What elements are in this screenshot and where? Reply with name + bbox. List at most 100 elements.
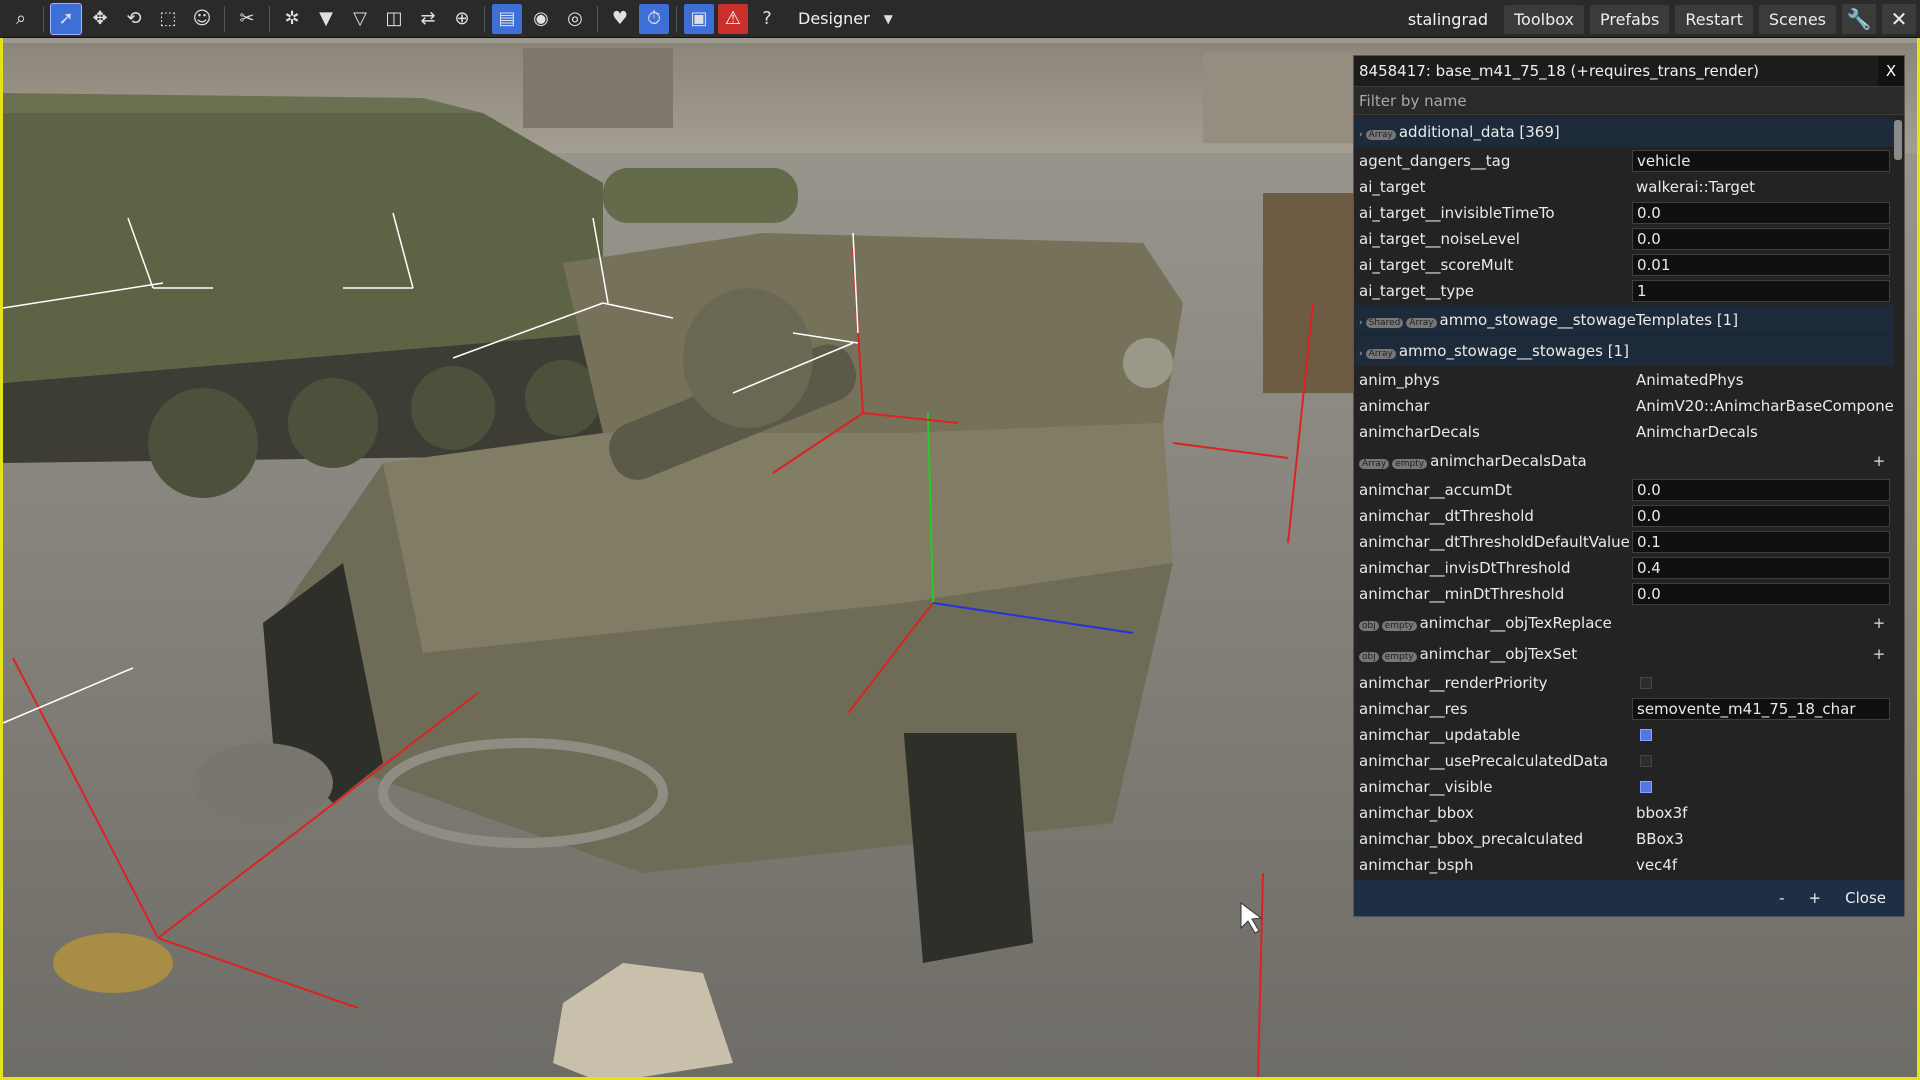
rotate-icon[interactable]: ⟲ xyxy=(119,4,149,34)
property-group-header: obj empty animchar__objTexReplace xyxy=(1354,614,1864,632)
add-item-button[interactable]: + xyxy=(1864,645,1894,663)
manhole-cover xyxy=(193,743,333,823)
expand-arrow-icon[interactable]: › xyxy=(1359,130,1363,140)
add-item-button[interactable]: + xyxy=(1864,452,1894,470)
property-group[interactable]: obj empty animchar__objTexSet + xyxy=(1354,639,1894,669)
search-icon[interactable]: ⌕ xyxy=(6,4,36,34)
toolbox-menu[interactable]: Toolbox xyxy=(1503,4,1584,34)
property-checkbox[interactable] xyxy=(1640,781,1652,793)
type-tag: Array xyxy=(1365,130,1396,140)
timer-icon[interactable]: ⏱ xyxy=(639,3,669,34)
property-name: animchar__res xyxy=(1359,700,1468,718)
drop-icon[interactable]: ▼ xyxy=(311,4,341,34)
property-name: animchar__minDtThreshold xyxy=(1359,585,1565,603)
document-icon[interactable]: ▤ xyxy=(492,3,522,34)
property-row: ai_target__type 1 xyxy=(1354,278,1894,304)
property-row: ai_target__invisibleTimeTo 0.0 xyxy=(1354,200,1894,226)
property-row: animchar_bbox_precalculated BBox3 xyxy=(1354,826,1894,852)
tool-buttons: ⌕ ➚ ✥ ⟲ ⬚ ☺ ✂ ✲ ▼ ▽ ◫ ⇄ ⊕ ▤ ◉ ◎ ♥ ⏱ ▣ ⚠? xyxy=(4,2,784,35)
move-icon[interactable]: ✥ xyxy=(85,4,115,34)
property-group[interactable]: › Shared Array ammo_stowage__stowageTemplat… xyxy=(1354,305,1894,335)
eye-icon[interactable]: ◎ xyxy=(560,4,590,34)
property-name: ai_target__noiseLevel xyxy=(1359,230,1520,248)
target-icon[interactable]: ⊕ xyxy=(447,4,477,34)
property-value xyxy=(1632,750,1894,772)
property-value-field[interactable]: 0.0 xyxy=(1632,583,1890,605)
warning-icon[interactable]: ⚠ xyxy=(718,3,748,34)
property-checkbox[interactable] xyxy=(1640,755,1652,767)
close-button[interactable]: Close xyxy=(1837,885,1894,911)
filter-input[interactable] xyxy=(1354,87,1904,115)
expand-arrow-icon[interactable]: › xyxy=(1359,349,1363,359)
scrollbar-thumb[interactable] xyxy=(1894,120,1902,160)
property-value-field[interactable]: vehicle xyxy=(1632,150,1890,172)
property-name: ai_target__type xyxy=(1359,282,1474,300)
property-name: animchar__invisDtThreshold xyxy=(1359,559,1571,577)
property-group[interactable]: obj empty animchar__objTexReplace + xyxy=(1354,608,1894,638)
property-value xyxy=(1632,724,1894,746)
property-name: animchar__accumDt xyxy=(1359,481,1512,499)
property-checkbox[interactable] xyxy=(1640,729,1652,741)
drop-outline-icon[interactable]: ▽ xyxy=(345,4,375,34)
property-group[interactable]: › Array ammo_stowage__stowages [1] xyxy=(1354,336,1894,366)
select-arrow-icon[interactable]: ➚ xyxy=(50,2,82,35)
property-name: animchar__renderPriority xyxy=(1359,674,1548,692)
property-row: animcharDecals AnimcharDecals xyxy=(1354,419,1894,445)
property-row: animchar__visible xyxy=(1354,774,1894,800)
property-name: ai_target__scoreMult xyxy=(1359,256,1514,274)
property-value-field[interactable]: 0.0 xyxy=(1632,202,1890,224)
property-value-field[interactable]: 0.01 xyxy=(1632,254,1890,276)
heart-icon[interactable]: ♥ xyxy=(605,4,635,34)
property-name: animchar_bbox_precalculated xyxy=(1359,830,1584,848)
property-value-field[interactable]: semovente_m41_75_18_char xyxy=(1632,698,1890,720)
property-row: animchar__usePrecalculatedData xyxy=(1354,748,1894,774)
wooden-cart xyxy=(1263,193,1363,393)
help-icon[interactable]: ? xyxy=(752,4,782,34)
expand-arrow-icon[interactable]: › xyxy=(1359,318,1363,328)
property-value-field[interactable]: 0.1 xyxy=(1632,531,1890,553)
snap-icon[interactable]: ✲ xyxy=(277,4,307,34)
split-icon[interactable]: ◫ xyxy=(379,4,409,34)
panel-close-button[interactable]: X xyxy=(1878,56,1904,86)
type-tag: obj xyxy=(1359,652,1379,662)
close-icon[interactable]: ✕ xyxy=(1882,4,1916,34)
mode-dropdown[interactable]: Designer xyxy=(798,9,870,28)
shuffle-icon[interactable]: ⇄ xyxy=(413,4,443,34)
collapse-button[interactable]: - xyxy=(1771,885,1792,911)
toolbar-separator xyxy=(269,5,270,32)
level-name: stalingrad xyxy=(1407,9,1488,29)
smile-icon[interactable]: ☺ xyxy=(187,4,217,34)
editor-toolbar: ⌕ ➚ ✥ ⟲ ⬚ ☺ ✂ ✲ ▼ ▽ ◫ ⇄ ⊕ ▤ ◉ ◎ ♥ ⏱ ▣ ⚠? Designer ▼ staling… xyxy=(0,0,1920,38)
expand-button[interactable]: + xyxy=(1801,885,1830,911)
save-icon[interactable]: ▣ xyxy=(684,3,714,34)
property-value-field[interactable]: 0.0 xyxy=(1632,228,1890,250)
type-tag: obj xyxy=(1359,621,1379,631)
property-value-field[interactable]: 0.0 xyxy=(1632,505,1890,527)
property-group[interactable]: Array empty animcharDecalsData + xyxy=(1354,446,1894,476)
property-group-name: animchar__objTexSet xyxy=(1419,645,1578,663)
wrench-icon[interactable]: 🔧 xyxy=(1842,4,1876,34)
property-row: ai_target__scoreMult 0.01 xyxy=(1354,252,1894,278)
type-tag: Array xyxy=(1406,318,1437,328)
property-value: vec4f xyxy=(1636,856,1678,874)
scale-icon[interactable]: ⬚ xyxy=(153,4,183,34)
add-item-button[interactable]: + xyxy=(1864,614,1894,632)
property-name: animchar__visible xyxy=(1359,778,1493,796)
cut-icon[interactable]: ✂ xyxy=(232,4,262,34)
type-tag: Array xyxy=(1359,459,1390,469)
shell-casing xyxy=(53,933,173,993)
prefabs-menu[interactable]: Prefabs xyxy=(1589,4,1670,34)
property-value: BBox3 xyxy=(1636,830,1684,848)
scenes-menu[interactable]: Scenes xyxy=(1758,4,1836,34)
property-group[interactable]: › Array additional_data [369] xyxy=(1354,117,1894,147)
restart-button[interactable]: Restart xyxy=(1675,4,1753,34)
type-tag: Shared xyxy=(1365,318,1404,328)
eye-crossed-icon[interactable]: ◉ xyxy=(526,4,556,34)
property-value: bbox3f xyxy=(1636,804,1688,822)
property-value-field[interactable]: 1 xyxy=(1632,280,1890,302)
property-value-field[interactable]: 0.4 xyxy=(1632,557,1890,579)
property-group-name: ammo_stowage__stowages [1] xyxy=(1398,342,1629,360)
chevron-down-icon[interactable]: ▼ xyxy=(884,12,893,26)
property-value-field[interactable]: 0.0 xyxy=(1632,479,1890,501)
property-checkbox[interactable] xyxy=(1640,677,1652,689)
